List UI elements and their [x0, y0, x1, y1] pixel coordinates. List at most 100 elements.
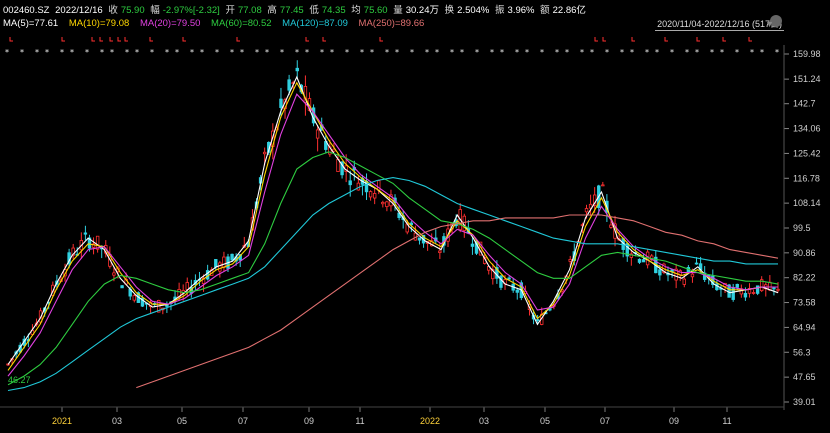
stock-code: 002460.SZ [3, 5, 50, 16]
y-tick-label: 134.06 [793, 124, 821, 134]
candle-body [535, 319, 540, 322]
candle-body [315, 129, 320, 139]
candle-body [735, 283, 739, 288]
y-tick-label: 151.24 [793, 74, 821, 84]
ma20-legend: MA(20)=79.50 [139, 18, 201, 29]
signal-mark-white: * [135, 48, 139, 57]
signal-mark-white: * [515, 48, 519, 57]
candle-body [287, 79, 291, 91]
signal-mark-white: * [605, 48, 609, 57]
ma-legend-row: MA(5)=77.61 MA(10)=79.08 MA(20)=79.50 MA… [3, 18, 432, 29]
candle-body [743, 292, 748, 298]
candle-body [751, 292, 756, 294]
candle-body [601, 184, 605, 187]
ma120-legend: MA(120)=87.09 [282, 18, 348, 29]
y-tick-label: 142.7 [793, 99, 816, 109]
signal-mark-red [664, 37, 668, 42]
high-label: 高 [267, 5, 277, 16]
signal-mark-white: * [85, 48, 89, 57]
signal-mark-white: * [345, 48, 349, 57]
amount-value: 22.86亿 [552, 5, 586, 16]
candle-body [690, 273, 695, 278]
signal-mark-white: * [630, 48, 634, 57]
signal-mark-white: * [20, 48, 24, 57]
signal-mark-white: * [475, 48, 479, 57]
y-tick-label: 159.98 [793, 49, 821, 59]
signal-mark-white: * [200, 48, 204, 57]
signal-mark-white: * [710, 48, 714, 57]
candle-body [222, 256, 226, 268]
signal-mark-white: * [280, 48, 284, 57]
close-value: 75.90 [120, 5, 145, 16]
signal-mark-white: * [735, 48, 739, 57]
signal-mark-white: * [360, 48, 364, 57]
signal-mark-white: * [305, 48, 309, 57]
signal-mark-white: * [750, 48, 754, 57]
candle-body [112, 272, 116, 276]
candle-body [132, 295, 136, 301]
candle-body [185, 282, 189, 290]
ma10-legend: MA(10)=79.08 [68, 18, 130, 29]
y-tick-label: 108.14 [793, 198, 821, 208]
candle-body [568, 258, 572, 262]
signal-mark-white: * [410, 48, 414, 57]
signal-mark-white: * [450, 48, 454, 57]
quote-date: 2022/12/16 [55, 5, 103, 16]
x-tick-label: 09 [304, 416, 314, 426]
candlestick-layer: 46.27 [6, 60, 780, 385]
candle-body [279, 98, 283, 108]
candle-body [385, 201, 389, 208]
candle-body [755, 285, 760, 294]
signal-mark-white: * [540, 48, 544, 57]
signal-mark-white: * [330, 48, 334, 57]
signal-mark-white: * [175, 48, 179, 57]
signal-mark-white: * [125, 48, 129, 57]
close-label: 收 [108, 5, 118, 16]
candle-body [772, 287, 776, 290]
candle-body [262, 151, 267, 155]
y-tick-label: 82.22 [793, 273, 816, 283]
signal-mark-red [594, 37, 598, 42]
turnover-value: 2.504% [457, 5, 490, 16]
ma-line-ma250 [136, 214, 779, 389]
signal-mark-white: * [435, 48, 439, 57]
signal-mark-red [9, 37, 13, 42]
signal-mark-red [748, 37, 752, 42]
candle-body [295, 67, 299, 72]
y-tick-label: 47.65 [793, 372, 816, 382]
candle-body [507, 277, 511, 280]
signal-mark-white: * [775, 48, 779, 57]
candle-body [381, 201, 385, 205]
signal-mark-white: * [240, 48, 244, 57]
signal-mark-white: * [565, 48, 569, 57]
low-label: 低 [309, 5, 319, 16]
change-label: 幅 [150, 5, 160, 16]
signal-mark-white: * [425, 48, 429, 57]
signal-mark-red [124, 37, 128, 42]
x-tick-label: 07 [600, 416, 610, 426]
candle-body [682, 278, 686, 285]
candle-body [120, 285, 124, 289]
candle-body [348, 180, 352, 186]
avg-value: 75.60 [363, 5, 388, 16]
signal-mark-white: * [255, 48, 259, 57]
signal-marks-layer: * * * * * * * * * * * * * * * * * * * * * * * * * * * * * * * * * * * * * * * *… [5, 37, 779, 57]
ma-line-ma5 [7, 75, 779, 365]
signal-mark-white: * [555, 48, 559, 57]
candle-body [83, 232, 88, 235]
x-tick-label: 05 [540, 416, 550, 426]
amplitude-value: 3.96% [507, 5, 535, 16]
y-tick-label: 125.42 [793, 148, 821, 158]
signal-mark-white: * [150, 48, 154, 57]
signal-mark-red [305, 37, 309, 42]
signal-mark-white: * [60, 48, 64, 57]
x-axis: 2021 03 05 07 09 11 2022 03 05 07 09 11 [0, 406, 784, 426]
x-tick-label: 11 [722, 416, 731, 426]
signal-mark-white: * [580, 48, 584, 57]
ma-lines-layer [7, 75, 779, 392]
ma250-legend: MA(250)=89.66 [358, 18, 425, 29]
dropdown-triangle-icon[interactable]: ▼ [765, 19, 774, 29]
signal-mark-red [91, 37, 95, 42]
y-tick-label: 39.01 [793, 397, 816, 407]
open-value: 77.08 [237, 5, 262, 16]
